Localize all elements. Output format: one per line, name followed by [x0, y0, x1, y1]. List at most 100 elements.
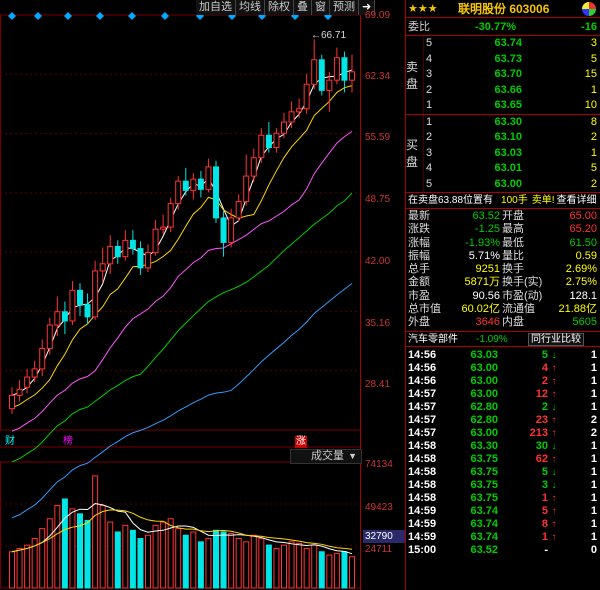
tick-price: 63.75 — [470, 466, 498, 479]
arrow-down-icon: ↓ — [551, 401, 557, 413]
stat-value: -1.93% — [465, 236, 500, 249]
volume-bar — [213, 529, 219, 589]
stat-row: 金额 5871万 换手(实) 2.75% — [406, 276, 600, 289]
order-level[interactable]: 4 63.01 5 — [424, 161, 600, 177]
tick-count: 1 — [590, 453, 597, 466]
stat-value: -1.25 — [474, 223, 500, 236]
tick-volume: 12 — [535, 387, 548, 400]
price-axis-tick: 55.59 — [365, 132, 391, 143]
tick-time: 14:59 — [408, 518, 437, 531]
volume-bar — [69, 508, 76, 589]
tick-count: 2 — [590, 426, 597, 439]
high-price-label: ←66.71 — [311, 30, 347, 41]
event-billboard-marker[interactable]: 榜 — [62, 436, 74, 448]
tick-list[interactable]: 14:56 63.03 5 ↓ 1 14:56 63.00 4 ↑ 1 14:5… — [406, 347, 600, 558]
tick-time: 14:58 — [408, 492, 437, 505]
order-level[interactable]: 1 63.65 10 — [424, 98, 600, 114]
tick-row: 14:58 63.75 1 ↑ 1 — [406, 492, 600, 505]
pending-order-alert: 在卖盘63.88位置有 100手 卖单! 查看详细 — [406, 193, 600, 209]
tick-price: 62.80 — [470, 400, 498, 413]
price-axis-tick: 48.75 — [365, 194, 391, 205]
candle-body — [311, 59, 318, 85]
tick-count: 1 — [590, 531, 597, 544]
tick-price: 63.00 — [470, 374, 498, 387]
tick-volume: 1 — [541, 531, 548, 544]
tick-count: 1 — [590, 387, 597, 400]
tick-volume: 1 — [541, 492, 548, 505]
tick-time: 14:58 — [408, 479, 437, 492]
stat-value: 3646 — [475, 316, 500, 329]
arrow-up-icon: ↑ — [551, 414, 557, 426]
stat-label: 最新 — [408, 210, 430, 222]
stat-value: 128.1 — [569, 289, 597, 302]
stat-label: 流通值 — [502, 303, 535, 316]
kline-chart-area[interactable]: 加自选 均线 除权 叠 窗 预测 ➜ ←66.71 69.09 62.34 55… — [0, 0, 405, 590]
overlay-button[interactable]: 叠 — [294, 0, 312, 15]
stat-value: 90.56 — [472, 289, 500, 302]
chevron-down-icon: ▼ — [348, 451, 357, 461]
candle-body — [333, 57, 340, 81]
info-diamond-icon — [96, 12, 104, 20]
order-level[interactable]: 2 63.10 2 — [424, 130, 600, 146]
tick-price: 63.00 — [470, 426, 498, 439]
stat-label: 涨跌 — [408, 223, 430, 236]
order-level[interactable]: 2 63.66 1 — [424, 83, 600, 99]
order-level[interactable]: 5 63.74 3 — [424, 36, 600, 52]
candle-body — [220, 217, 227, 243]
add-watchlist-button[interactable]: 加自选 — [196, 0, 236, 15]
volume-bar — [152, 524, 159, 589]
stat-label: 量比 — [502, 249, 524, 262]
tick-volume: 2 — [541, 400, 548, 413]
indicator-selector[interactable]: 成交量 ▼ — [290, 449, 362, 464]
stat-row: 最新 63.52 开盘 65.00 — [406, 210, 600, 223]
volume-bar — [333, 552, 340, 589]
moving-average-button[interactable]: 均线 — [236, 0, 265, 15]
stat-value: 2.69% — [565, 263, 597, 276]
sector-change: -1.09% — [476, 333, 508, 345]
bid-book: 买盘 1 63.30 8 2 63.10 2 3 63.03 1 4 63.01… — [406, 114, 600, 193]
industry-compare-button[interactable]: 同行业比较 — [528, 332, 584, 346]
candle-body — [318, 59, 325, 91]
order-level[interactable]: 1 63.30 8 — [424, 115, 600, 131]
order-level[interactable]: 3 63.03 1 — [424, 146, 600, 162]
order-ratio-pct: -30.77% — [475, 21, 516, 33]
volume-bar — [326, 554, 333, 589]
tick-row: 14:57 62.80 23 ↑ 2 — [406, 414, 600, 427]
candle-body — [341, 57, 348, 81]
stat-label: 最高 — [502, 223, 524, 236]
tick-volume: 8 — [541, 518, 548, 531]
tick-row: 14:57 62.80 2 ↓ 1 — [406, 401, 600, 414]
order-level[interactable]: 5 63.00 2 — [424, 177, 600, 193]
arrow-down-icon — [548, 544, 560, 557]
tick-time: 15:00 — [408, 544, 437, 557]
view-details-link[interactable]: 查看详细 — [557, 193, 597, 208]
color-wheel-icon[interactable] — [582, 1, 596, 16]
tick-count: 1 — [590, 440, 597, 452]
ex-rights-button[interactable]: 除权 — [265, 0, 294, 15]
forecast-button[interactable]: 预测 — [330, 0, 359, 15]
tick-time: 14:57 — [408, 400, 437, 413]
arrow-up-icon: ↑ — [551, 375, 557, 387]
volume-bar — [122, 524, 129, 589]
ask-side-label: 卖盘 — [406, 36, 424, 114]
event-finance-marker[interactable]: 财 — [4, 436, 16, 448]
tick-price: 63.00 — [470, 387, 498, 400]
volume-axis-tick: 74134 — [365, 459, 393, 470]
window-button[interactable]: 窗 — [312, 0, 330, 15]
order-level[interactable]: 3 63.70 15 — [424, 67, 600, 83]
tick-time: 14:56 — [408, 348, 437, 361]
price-axis-tick: 42.00 — [365, 256, 391, 267]
candle-body — [281, 121, 287, 134]
event-limit-up-marker[interactable]: 涨 — [295, 436, 307, 448]
sector-name[interactable]: 汽车零部件 — [406, 332, 476, 346]
order-level[interactable]: 4 63.73 5 — [424, 52, 600, 68]
stat-row: 涨跌 -1.25 最高 65.20 — [406, 223, 600, 236]
tick-price: 63.74 — [470, 518, 498, 531]
stat-value: 5871万 — [464, 276, 500, 289]
stat-row: 总市值 60.02亿 流通值 21.88亿 — [406, 303, 600, 316]
candle-body — [54, 311, 61, 326]
order-ratio-row: 委比 -30.77% -16 — [406, 18, 600, 36]
kline-chart[interactable] — [0, 0, 405, 590]
tick-price: 63.75 — [470, 453, 498, 466]
tick-count: 0 — [590, 544, 597, 557]
